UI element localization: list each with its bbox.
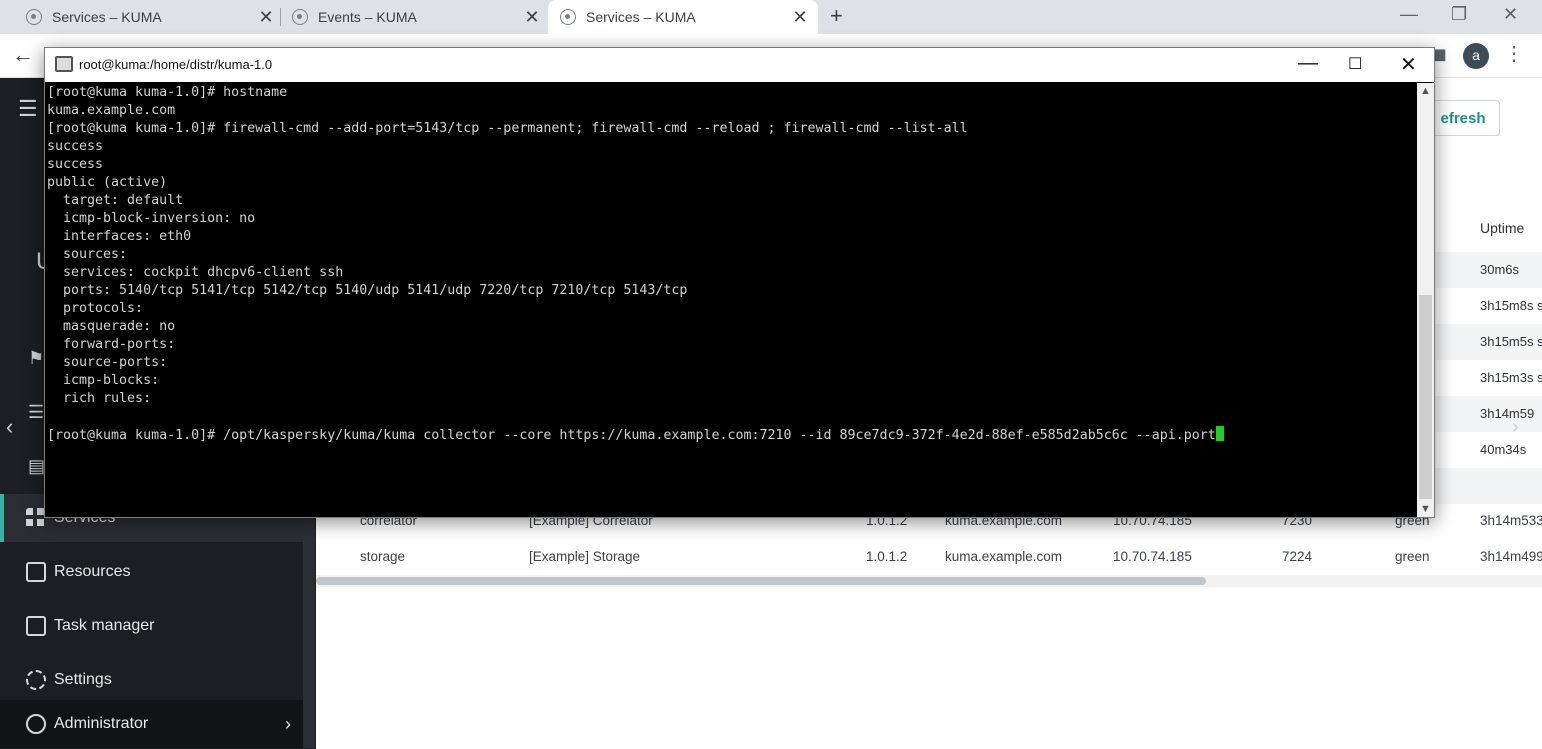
tab-title: Services – KUMA <box>52 9 162 25</box>
close-window-icon[interactable]: ✕ <box>1503 4 1518 25</box>
putty-icon <box>55 56 73 72</box>
terminal-line: source-ports: <box>47 355 168 370</box>
sidebar-item-task-manager[interactable]: Task manager <box>0 602 303 650</box>
sidebar-item-administrator[interactable]: Administrator › <box>0 700 303 748</box>
close-tab-icon[interactable]: ✕ <box>522 7 542 28</box>
sidebar-item-settings[interactable]: Settings <box>0 656 303 704</box>
close-tab-icon[interactable]: ✕ <box>256 7 276 28</box>
sidebar-item-label: Administrator <box>54 715 149 732</box>
sidebar-item-label: Resources <box>54 563 131 580</box>
terminal-line: rich rules: <box>47 391 152 406</box>
cell-status: green <box>1395 549 1430 564</box>
browser-tab[interactable]: Events – KUMA ✕ <box>284 0 542 34</box>
cell-type: storage <box>360 549 406 564</box>
back-arrow-icon[interactable]: ← <box>12 42 34 68</box>
terminal-title-bar[interactable]: root@kuma:/home/distr/kuma-1.0 — ☐ ✕ <box>45 48 1434 82</box>
scrollbar-thumb[interactable] <box>1419 295 1432 499</box>
cell-version: 1.0.1.2 <box>866 549 908 564</box>
cell-port: 7224 <box>1282 549 1313 564</box>
grid-icon <box>26 508 46 528</box>
screen: Services – KUMA ✕ Events – KUMA ✕ Servic… <box>0 0 1542 749</box>
chevron-right-icon: › <box>285 713 291 734</box>
close-icon[interactable]: ✕ <box>1400 52 1417 77</box>
browser-tab[interactable]: Services – KUMA ✕ <box>18 0 276 34</box>
terminal-line: success <box>47 157 104 172</box>
terminal-line: [root@kuma kuma-1.0]# hostname <box>47 85 288 100</box>
uptime-cell: 30m6s <box>1480 262 1520 277</box>
tab-separator <box>280 8 281 26</box>
uptime-cell: 3h15m3s s <box>1480 370 1542 385</box>
terminal-window[interactable]: root@kuma:/home/distr/kuma-1.0 — ☐ ✕ [ro… <box>44 47 1435 518</box>
terminal-title: root@kuma:/home/distr/kuma-1.0 <box>79 57 273 72</box>
tab-title: Services – KUMA <box>586 9 696 25</box>
sliders-icon <box>26 562 46 582</box>
cell-uptime: 3h14m533 <box>1480 513 1542 528</box>
uptime-cell: 3h15m8s s <box>1480 298 1542 313</box>
cell-name: [Example] Storage <box>529 549 641 564</box>
list-icon[interactable]: ☰ <box>28 402 44 423</box>
browser-menu-icon[interactable]: ⋮ <box>1504 41 1524 66</box>
browser-tab-strip: Services – KUMA ✕ Events – KUMA ✕ Servic… <box>0 0 1542 34</box>
kuma-favicon-icon <box>26 9 42 25</box>
uptime-cell: 40m34s <box>1480 442 1527 457</box>
uptime-cell: 3h15m5s s <box>1480 334 1542 349</box>
scroll-down-icon[interactable]: ▼ <box>1420 503 1431 515</box>
profile-avatar[interactable]: a <box>1463 43 1489 69</box>
minimize-icon[interactable]: — <box>1400 4 1418 25</box>
new-tab-button[interactable]: + <box>830 3 843 29</box>
uptime-cell: 3h14m59 <box>1480 406 1535 421</box>
kuma-favicon-icon <box>292 9 308 25</box>
scroll-up-icon[interactable]: ▲ <box>1420 85 1431 97</box>
kuma-favicon-icon <box>560 9 576 25</box>
clipboard-icon <box>26 616 46 636</box>
maximize-icon[interactable]: ☐ <box>1348 54 1362 74</box>
flag-icon[interactable]: ⚑ <box>28 348 44 369</box>
column-header-uptime[interactable]: Uptime <box>1480 220 1524 236</box>
terminal-line: public (active) <box>47 175 168 190</box>
terminal-line: masquerade: no <box>47 319 176 334</box>
scrollbar-thumb[interactable] <box>316 577 1206 585</box>
tab-title: Events – KUMA <box>318 9 417 25</box>
cell-fqdn: kuma.example.com <box>945 549 1063 564</box>
terminal-line: interfaces: eth0 <box>47 229 192 244</box>
terminal-line: protocols: <box>47 301 144 316</box>
minimize-icon[interactable]: — <box>1298 52 1318 75</box>
terminal-cursor <box>1215 426 1224 441</box>
terminal-line: [root@kuma kuma-1.0]# /opt/kaspersky/kum… <box>47 426 1417 444</box>
terminal-line: services: cockpit dhcpv6-client ssh <box>47 265 344 280</box>
terminal-scrollbar[interactable]: ▲ ▼ <box>1417 83 1434 517</box>
terminal-line: target: default <box>47 193 184 208</box>
terminal-line: [root@kuma kuma-1.0]# firewall-cmd --add… <box>47 121 968 136</box>
terminal-line: icmp-blocks: <box>47 373 160 388</box>
close-tab-icon[interactable]: ✕ <box>790 7 810 28</box>
restore-icon[interactable]: ❐ <box>1451 4 1467 25</box>
terminal-line: sources: <box>47 247 128 262</box>
cell-uptime: 3h14m499 <box>1480 549 1542 564</box>
sidebar-item-label: Settings <box>54 671 112 688</box>
table-row[interactable]: storage [Example] Storage 1.0.1.2 kuma.e… <box>316 540 1542 576</box>
browser-tab-active[interactable]: Services – KUMA ✕ <box>548 0 818 34</box>
sidebar-item-label: Task manager <box>54 617 155 634</box>
terminal-line: forward-ports: <box>47 337 176 352</box>
chevron-right-icon[interactable]: › <box>1512 416 1519 439</box>
refresh-button[interactable]: efresh <box>1426 100 1500 136</box>
chevron-left-icon[interactable]: ‹ <box>6 414 13 440</box>
cell-ip: 10.70.74.185 <box>1113 549 1192 564</box>
terminal-output[interactable]: [root@kuma kuma-1.0]# hostname kuma.examp… <box>47 83 1417 517</box>
hamburger-menu-icon[interactable]: ☰ <box>18 96 38 122</box>
chart-icon[interactable]: ▤ <box>28 456 45 477</box>
terminal-line: icmp-block-inversion: no <box>47 211 256 226</box>
terminal-line: kuma.example.com <box>47 103 176 118</box>
user-icon <box>26 714 46 734</box>
sidebar-item-resources[interactable]: Resources <box>0 548 303 596</box>
terminal-line: ports: 5140/tcp 5141/tcp 5142/tcp 5140/u… <box>47 283 688 298</box>
terminal-line: success <box>47 139 104 154</box>
gear-icon <box>26 670 46 690</box>
